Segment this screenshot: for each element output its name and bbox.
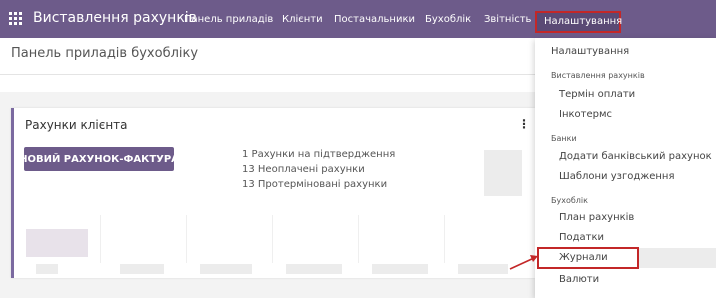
top-navbar: Виставлення рахунків Панель приладів Клі…	[0, 0, 716, 38]
stat-unpaid-invoices[interactable]: 13 Неоплачені рахунки	[242, 164, 365, 175]
blurred-axis-label	[200, 264, 252, 274]
apps-grid-icon[interactable]	[9, 12, 22, 25]
dropdown-section-banks: Банки	[551, 134, 577, 143]
dropdown-item-currencies[interactable]: Валюти	[559, 274, 599, 285]
dropdown-item-settings[interactable]: Налаштування	[551, 46, 629, 57]
page-title: Панель приладів бухобліку	[11, 46, 199, 61]
app-title[interactable]: Виставлення рахунків	[33, 10, 197, 26]
stat-overdue-invoices[interactable]: 13 Протерміновані рахунки	[242, 179, 387, 190]
menu-item-customers[interactable]: Клієнти	[282, 14, 323, 25]
red-arrow-icon	[509, 255, 538, 270]
stat-invoices-to-validate[interactable]: 1 Рахунки на підтвердження	[242, 149, 395, 160]
graph-gridline	[186, 215, 187, 263]
graph-gridline	[444, 215, 445, 263]
customer-invoices-card: Рахунки клієнта ⋮ НОВИЙ РАХУНОК-ФАКТУРА …	[11, 108, 535, 278]
dropdown-item-taxes[interactable]: Податки	[559, 232, 604, 243]
card-title: Рахунки клієнта	[25, 118, 128, 132]
blurred-axis-label	[120, 264, 164, 274]
menu-item-reporting[interactable]: Звітність	[484, 14, 531, 25]
blurred-axis-label	[286, 264, 342, 274]
hover-background	[639, 248, 716, 268]
blurred-axis-label	[458, 264, 508, 274]
blurred-graph-bar	[26, 229, 88, 257]
dropdown-item-chart-of-accounts[interactable]: План рахунків	[559, 212, 634, 223]
dropdown-item-add-bank-account[interactable]: Додати банківський рахунок	[559, 151, 712, 162]
menu-item-configuration[interactable]: Налаштування	[535, 11, 622, 33]
dropdown-item-journals[interactable]: Журнали	[559, 252, 608, 263]
dropdown-item-reconciliation-models[interactable]: Шаблони узгодження	[559, 171, 675, 182]
menu-item-vendors[interactable]: Постачальники	[334, 14, 415, 25]
menu-item-dashboard[interactable]: Панель приладів	[184, 14, 273, 25]
graph-gridline	[358, 215, 359, 263]
blurred-axis-label	[372, 264, 428, 274]
blurred-graph-bar	[484, 150, 522, 196]
new-invoice-button[interactable]: НОВИЙ РАХУНОК-ФАКТУРА	[19, 147, 179, 171]
graph-gridline	[272, 215, 273, 263]
menu-item-accounting[interactable]: Бухоблік	[425, 14, 471, 25]
graph-gridline	[100, 215, 101, 263]
kebab-menu-icon[interactable]: ⋮	[518, 117, 530, 131]
dropdown-item-payment-terms[interactable]: Термін оплати	[559, 89, 635, 100]
dropdown-item-journals-highlight[interactable]: Журнали	[537, 247, 639, 269]
dropdown-section-invoicing: Виставлення рахунків	[551, 71, 645, 80]
dropdown-section-accounting: Бухоблік	[551, 196, 588, 205]
header-divider	[0, 74, 535, 75]
blurred-axis-label	[36, 264, 58, 274]
dropdown-item-incoterms[interactable]: Інкотермс	[559, 109, 612, 120]
